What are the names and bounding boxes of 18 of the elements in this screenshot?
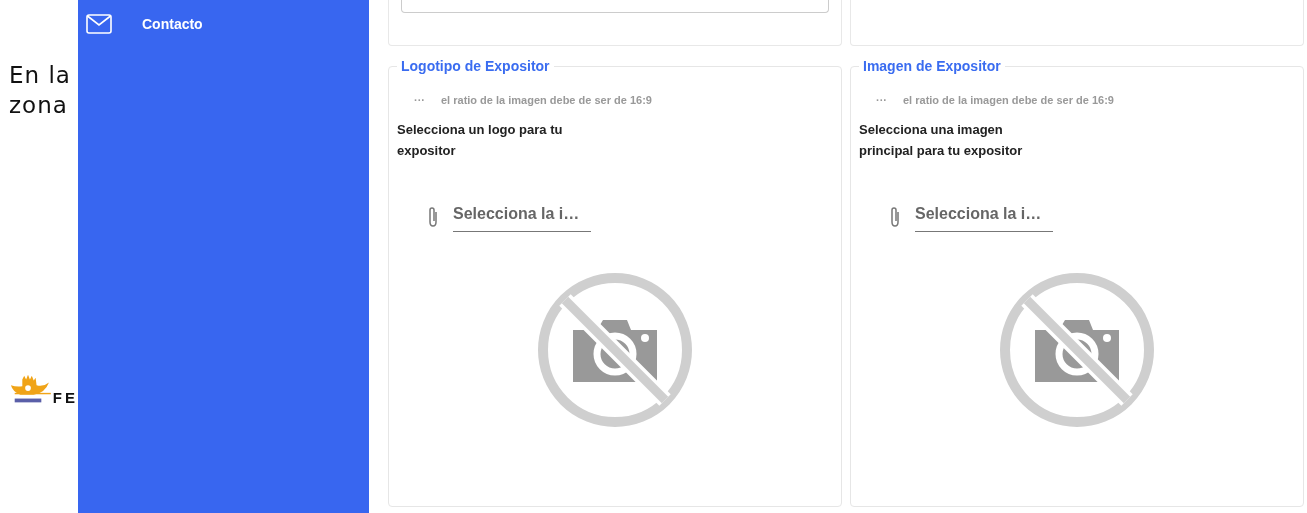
dots-text: ··· (414, 94, 425, 106)
paperclip-icon (889, 205, 901, 228)
body-text: zona (9, 91, 69, 120)
paperclip-icon (427, 205, 439, 228)
hint-text: el ratio de la imagen debe de ser de 16:9 (903, 94, 1114, 106)
section-title: Imagen de Expositor (862, 58, 1002, 74)
description-text: Selecciona un logo para tu expositor (397, 121, 564, 160)
hint-text: el ratio de la imagen debe de ser de 16:9 (441, 94, 652, 106)
description-text: Selecciona una imagen principal para tu expositor (859, 121, 1024, 160)
body-text: En la (9, 61, 72, 90)
dots-text: ··· (876, 94, 887, 106)
no-image-icon (999, 272, 1155, 428)
mail-icon (86, 14, 112, 34)
section-title: Logotipo de Expositor (400, 58, 551, 74)
no-image-icon (537, 272, 693, 428)
text-area[interactable] (401, 0, 829, 13)
sidebar-item[interactable]: Contacto (78, 14, 211, 34)
logo-text: FE (52, 389, 78, 407)
